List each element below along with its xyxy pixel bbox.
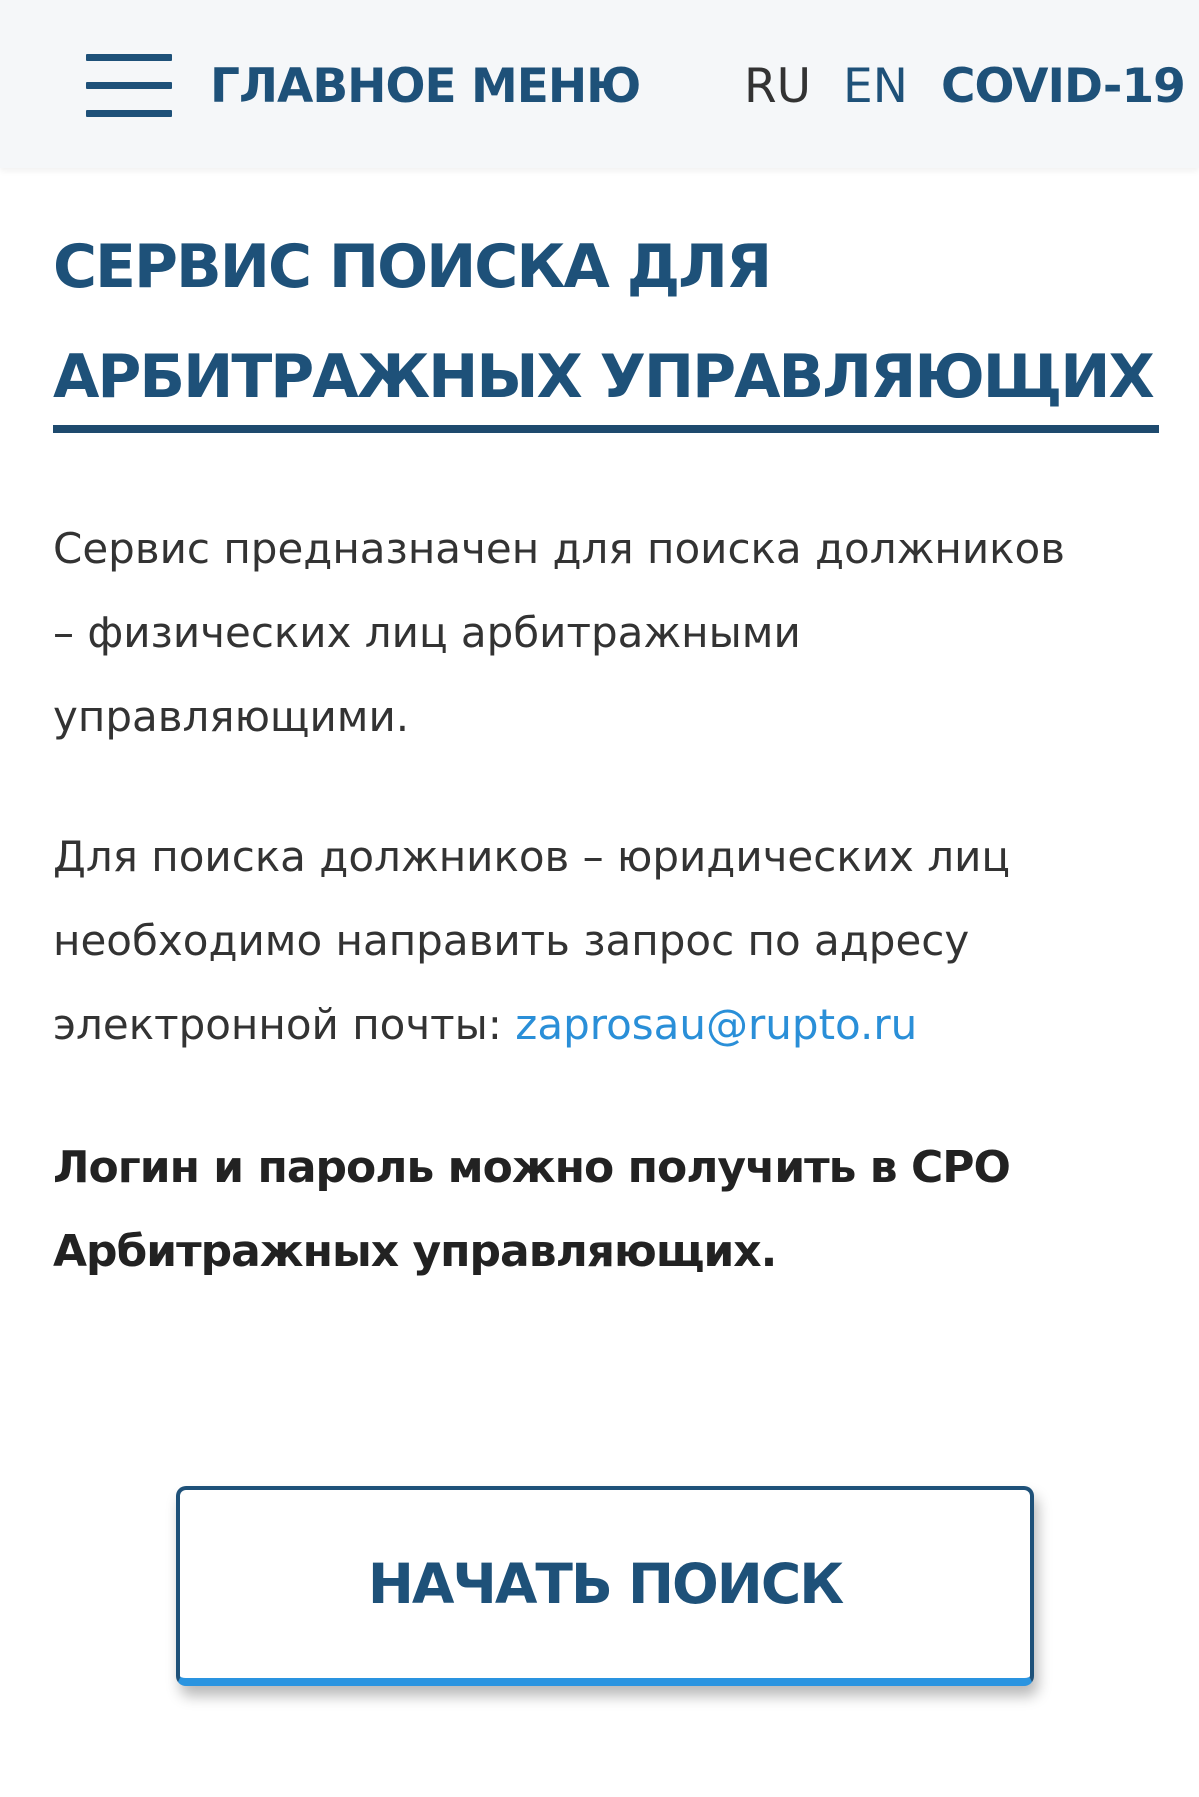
page-title-line-2: АРБИТРАЖНЫХ УПРАВЛЯЮЩИХ bbox=[53, 342, 1155, 412]
email-link[interactable]: zaprosau@rupto.ru bbox=[515, 1000, 917, 1049]
login-note-line-2: Арбитражных управляющих. bbox=[53, 1226, 777, 1277]
hamburger-bar-bottom bbox=[86, 110, 172, 117]
legal-entities-info-line-1: Для поиска должников – юридических лиц bbox=[53, 832, 1010, 881]
site-header: ГЛАВНОЕ МЕНЮ RU EN COVID-19 bbox=[0, 0, 1199, 168]
email-prefix: электронной почты: bbox=[53, 1000, 516, 1049]
hamburger-bar-middle bbox=[86, 82, 172, 89]
covid-link[interactable]: COVID-19 bbox=[941, 56, 1186, 118]
main-menu-link[interactable]: ГЛАВНОЕ МЕНЮ bbox=[210, 56, 641, 118]
legal-entities-info-line-3: электронной почты: zaprosau@rupto.ru bbox=[53, 983, 1173, 1067]
hamburger-menu-icon[interactable] bbox=[86, 54, 172, 117]
login-note-line-1: Логин и пароль можно получить в СРО bbox=[53, 1142, 1011, 1193]
hamburger-bar-top bbox=[86, 54, 172, 61]
login-note: Логин и пароль можно получить в СРО Арби… bbox=[53, 1126, 1173, 1294]
legal-entities-info: Для поиска должников – юридических лиц н… bbox=[53, 815, 1173, 1067]
service-description-line-1: Сервис предназначен для поиска должников bbox=[53, 524, 1065, 573]
legal-entities-info-line-2: необходимо направить запрос по адресу bbox=[53, 916, 970, 965]
language-en-link[interactable]: EN bbox=[843, 56, 908, 118]
start-search-button[interactable]: НАЧАТЬ ПОИСК bbox=[176, 1486, 1034, 1686]
page-title: СЕРВИС ПОИСКА ДЛЯ АРБИТРАЖНЫХ УПРАВЛЯЮЩИ… bbox=[53, 212, 1173, 432]
language-ru-link[interactable]: RU bbox=[744, 56, 811, 118]
start-search-button-label: НАЧАТЬ ПОИСК bbox=[367, 1552, 844, 1616]
service-description-line-3: управляющими. bbox=[53, 692, 410, 741]
page-title-line-1: СЕРВИС ПОИСКА ДЛЯ bbox=[53, 232, 772, 302]
service-description: Сервис предназначен для поиска должников… bbox=[53, 507, 1173, 759]
title-underline bbox=[53, 425, 1159, 433]
service-description-line-2: – физических лиц арбитражными bbox=[53, 608, 801, 657]
